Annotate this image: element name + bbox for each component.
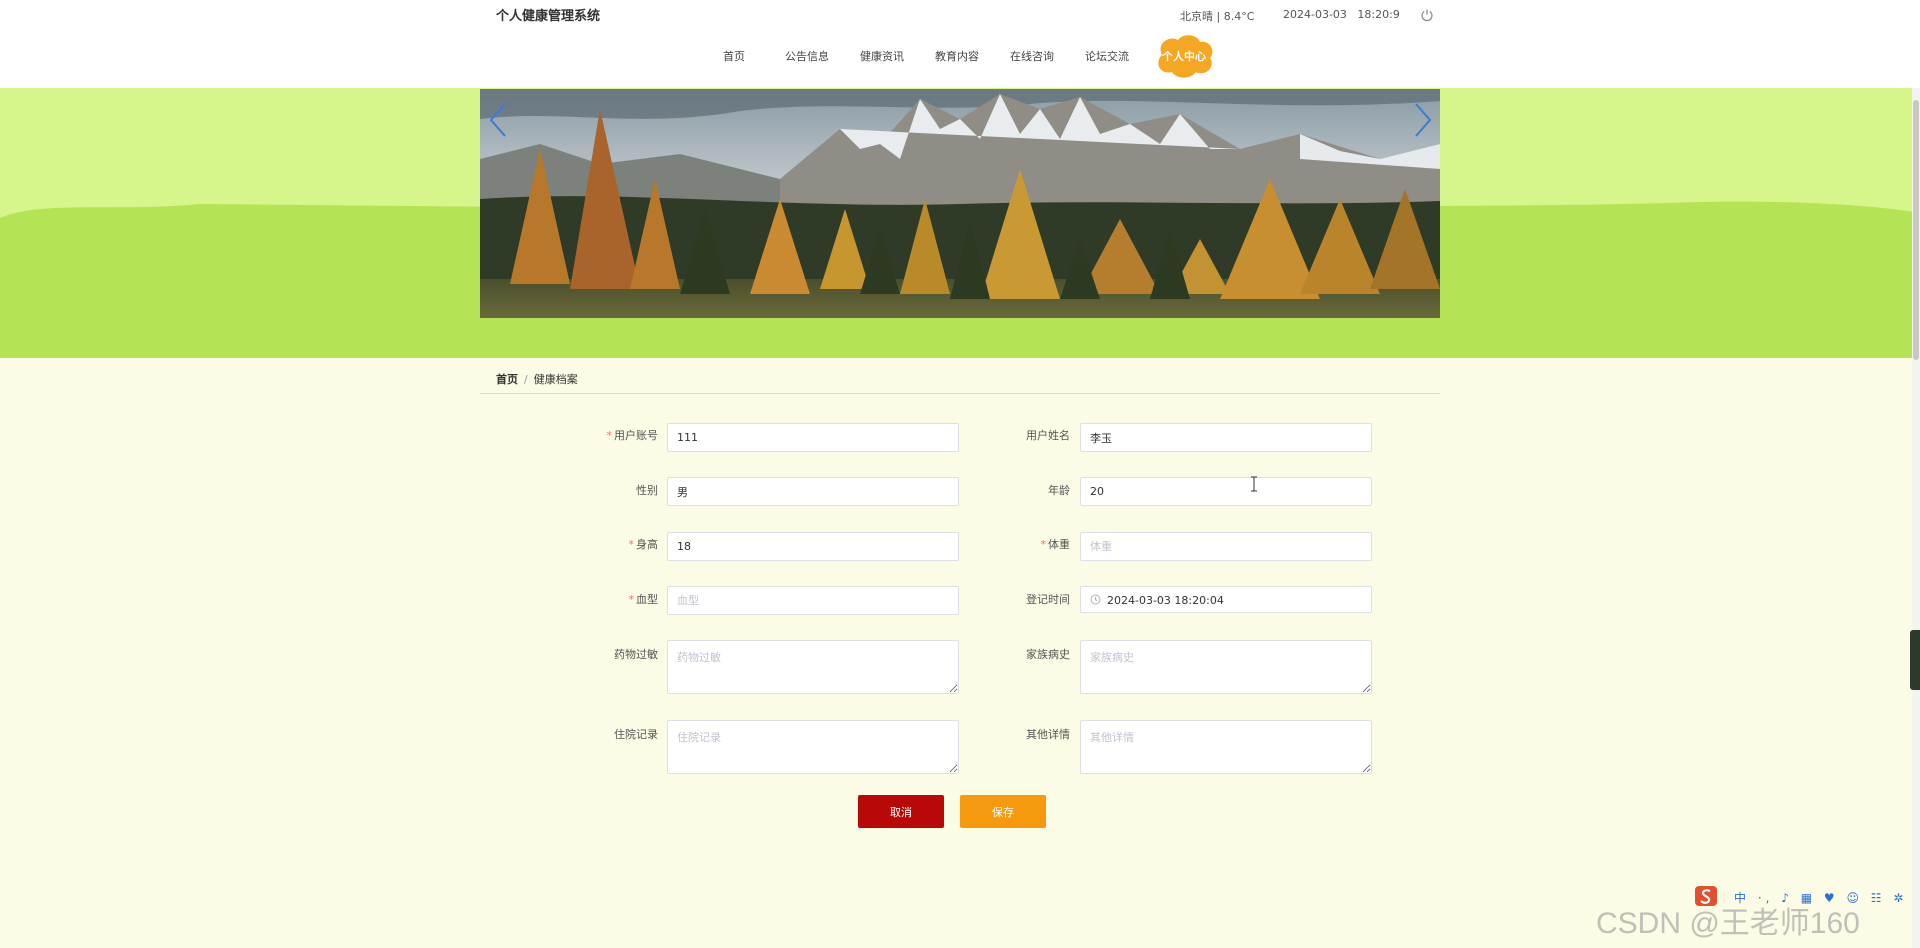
save-button[interactable]: 保存	[960, 795, 1046, 828]
breadcrumb-home[interactable]: 首页	[496, 373, 518, 386]
site-header: 个人健康管理系统 北京晴 | 8.4°C 2024-03-03 18:20:9 …	[0, 0, 1920, 88]
name-label: 用户姓名	[1026, 429, 1070, 442]
weather-info: 北京晴 | 8.4°C	[1180, 10, 1255, 23]
hospital-record-label: 住院记录	[614, 728, 658, 741]
nav-item-forum[interactable]: 论坛交流	[1085, 48, 1129, 64]
nav-item-consult[interactable]: 在线咨询	[1010, 48, 1054, 64]
power-icon[interactable]	[1420, 8, 1434, 22]
blood-type-label: * 血型	[628, 593, 659, 606]
watermark: CSDN @王老师160	[1596, 907, 1860, 940]
hospital-record-textarea[interactable]	[667, 720, 959, 774]
breadcrumb-current: 健康档案	[533, 373, 578, 386]
breadcrumb: 首页 / 健康档案	[496, 371, 578, 387]
site-title: 个人健康管理系统	[496, 9, 601, 24]
nav-item-notices[interactable]: 公告信息	[785, 48, 829, 64]
other-details-textarea[interactable]	[1080, 720, 1372, 774]
family-history-textarea[interactable]	[1080, 640, 1372, 694]
name-input[interactable]	[1080, 423, 1372, 452]
breadcrumb-separator: /	[524, 373, 528, 386]
weight-label: * 体重	[1040, 538, 1071, 551]
gender-input[interactable]	[667, 477, 959, 506]
register-time-label: 登记时间	[1026, 593, 1070, 606]
weight-input[interactable]	[1080, 532, 1372, 561]
nav-item-personal-center[interactable]: 个人中心	[1152, 33, 1216, 79]
breadcrumb-divider	[480, 393, 1440, 394]
main-nav: 首页 公告信息 健康资讯 教育内容 在线咨询 论坛交流 个人中心	[0, 33, 1920, 79]
gender-label: 性别	[636, 484, 658, 497]
page-scrollbar-thumb[interactable]	[1913, 100, 1919, 360]
other-details-label: 其他详情	[1026, 728, 1070, 741]
blood-type-input[interactable]	[667, 586, 959, 615]
banner-prev-arrow-icon[interactable]	[487, 100, 511, 140]
nav-item-health-news[interactable]: 健康资讯	[860, 48, 904, 64]
height-label: * 身高	[628, 538, 659, 551]
drug-allergy-label: 药物过敏	[614, 648, 658, 661]
age-input[interactable]	[1080, 477, 1372, 506]
height-input[interactable]	[667, 532, 959, 561]
banner-next-arrow-icon[interactable]	[1410, 100, 1434, 140]
nav-active-label: 个人中心	[1162, 50, 1206, 63]
drug-allergy-textarea[interactable]	[667, 640, 959, 694]
nav-item-education[interactable]: 教育内容	[935, 48, 979, 64]
side-tool-widget[interactable]	[1910, 630, 1920, 690]
family-history-label: 家族病史	[1026, 648, 1070, 661]
cancel-button[interactable]: 取消	[858, 795, 944, 828]
banner-bottom-edge	[0, 358, 1920, 366]
account-input[interactable]	[667, 423, 959, 452]
current-datetime: 2024-03-03 18:20:9	[1283, 8, 1400, 21]
clock-icon	[1090, 594, 1101, 605]
nav-item-home[interactable]: 首页	[723, 48, 745, 64]
register-time-value: 2024-03-03 18:20:04	[1107, 594, 1224, 607]
age-label: 年龄	[1048, 484, 1070, 497]
mountain-landscape-image	[480, 89, 1440, 318]
register-time-picker[interactable]: 2024-03-03 18:20:04	[1080, 586, 1372, 613]
text-cursor-icon	[1251, 476, 1257, 492]
account-label: * 用户账号	[606, 429, 659, 442]
banner-image	[480, 89, 1440, 318]
